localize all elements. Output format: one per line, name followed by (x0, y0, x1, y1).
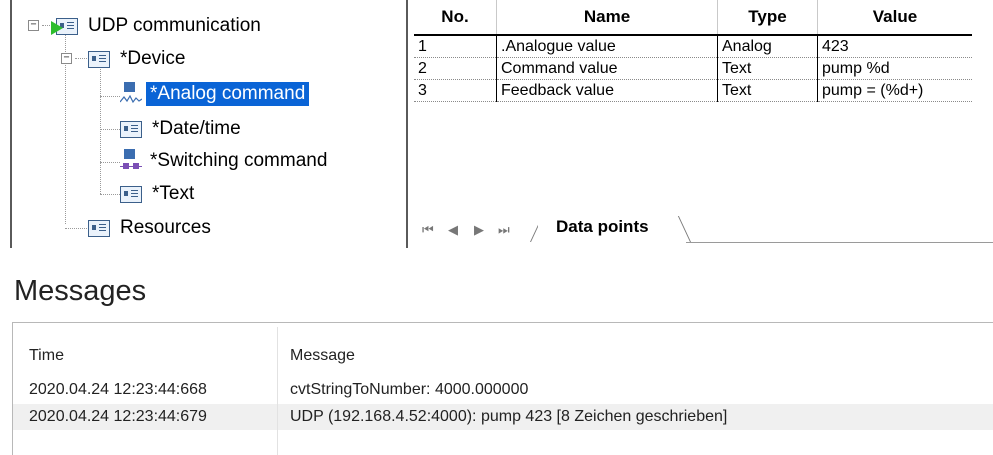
cell-name[interactable]: Feedback value (496, 79, 718, 102)
collapse-toggle-device[interactable]: − (61, 53, 72, 64)
sheet-tab-bar: ⏮ ◀ ▶ ⏭ Data points (414, 212, 993, 246)
column-separator (277, 327, 278, 455)
tree-node-switching-command-label: *Switching command (150, 150, 328, 171)
table-row[interactable]: 1 .Analogue value Analog 423 (414, 35, 972, 58)
tree-node-device[interactable]: *Device (88, 45, 189, 73)
cell-no[interactable]: 3 (414, 79, 497, 102)
device-card-icon (88, 50, 110, 68)
tree-connector (75, 58, 87, 59)
first-sheet-icon[interactable]: ⏮ (422, 222, 434, 238)
tree-node-root[interactable]: UDP communication (51, 12, 265, 40)
message-time: 2020.04.24 12:23:44:679 (29, 408, 207, 425)
list-item[interactable]: 2020.04.24 12:23:44:668 cvtStringToNumbe… (13, 377, 993, 403)
message-text: UDP (192.168.4.52:4000): pump 423 [8 Zei… (290, 408, 728, 425)
messages-title: Messages (14, 275, 147, 307)
messages-panel: Time Message 2020.04.24 12:23:44:668 cvt… (12, 322, 993, 455)
cell-type[interactable]: Analog (717, 35, 818, 58)
tree-node-resources[interactable]: Resources (88, 214, 215, 242)
data-points-table: No. Name Type Value 1 .Analogue value An… (414, 0, 972, 102)
tree-connector (100, 194, 120, 195)
column-header-no[interactable]: No. (414, 0, 497, 36)
tree-panel: − UDP communication − *Device *Analog co… (0, 0, 408, 248)
cell-type[interactable]: Text (717, 57, 818, 80)
list-item[interactable]: 2020.04.24 12:23:44:679 UDP (192.168.4.5… (13, 404, 993, 430)
tree-node-analog-command-label: *Analog command (146, 82, 310, 106)
table-header-row: No. Name Type Value (414, 0, 972, 36)
tree-node-switching-command[interactable]: *Switching command (120, 147, 331, 175)
table-row[interactable]: 3 Feedback value Text pump = (%d+) (414, 79, 972, 102)
tree-node-text[interactable]: *Text (120, 180, 198, 208)
analog-signal-icon (120, 82, 142, 106)
next-sheet-icon[interactable]: ▶ (474, 222, 484, 238)
tree-node-date-time-label: *Date/time (152, 118, 241, 139)
tree-node-date-time[interactable]: *Date/time (120, 115, 245, 143)
card-icon (88, 219, 110, 237)
cell-value[interactable]: 423 (817, 35, 972, 58)
cell-type[interactable]: Text (717, 79, 818, 102)
tree-node-device-label: *Device (120, 48, 186, 69)
card-icon (120, 120, 142, 138)
play-icon (51, 20, 63, 35)
tree-node-text-label: *Text (152, 183, 195, 204)
column-header-value[interactable]: Value (817, 0, 972, 36)
tree-node-root-label: UDP communication (88, 15, 261, 36)
message-text: cvtStringToNumber: 4000.000000 (290, 381, 529, 398)
messages-header-row: Time Message (13, 323, 993, 365)
cell-no[interactable]: 1 (414, 35, 497, 58)
switch-signal-icon (120, 149, 142, 173)
card-icon (120, 185, 142, 203)
previous-sheet-icon[interactable]: ◀ (448, 222, 458, 238)
data-points-grid-panel: No. Name Type Value 1 .Analogue value An… (414, 0, 993, 248)
tree-panel-right-border (406, 0, 408, 248)
table-row[interactable]: 2 Command value Text pump %d (414, 57, 972, 80)
cell-name[interactable]: Command value (496, 57, 718, 80)
device-card-icon (51, 17, 78, 35)
tree-node-analog-command[interactable]: *Analog command (120, 80, 310, 108)
tree-node-resources-label: Resources (120, 217, 211, 238)
tree-connector (100, 162, 120, 163)
last-sheet-icon[interactable]: ⏭ (498, 222, 510, 238)
collapse-toggle-root[interactable]: − (28, 20, 39, 31)
column-header-name[interactable]: Name (496, 0, 718, 36)
column-header-time[interactable]: Time (29, 347, 64, 365)
message-time: 2020.04.24 12:23:44:668 (29, 381, 207, 398)
column-header-message[interactable]: Message (290, 347, 355, 365)
cell-name[interactable]: .Analogue value (496, 35, 718, 58)
tree-panel-left-border (10, 0, 12, 248)
tree-connector (100, 66, 101, 194)
tab-data-points[interactable]: Data points (538, 212, 667, 242)
tree-connector (65, 228, 87, 229)
column-header-type[interactable]: Type (717, 0, 818, 36)
cell-value[interactable]: pump = (%d+) (817, 79, 972, 102)
tree-connector (100, 96, 120, 97)
cell-no[interactable]: 2 (414, 57, 497, 80)
tree-connector (100, 129, 120, 130)
tab-edge (663, 216, 691, 242)
cell-value[interactable]: pump %d (817, 57, 972, 80)
tab-bar-divider (686, 242, 993, 243)
